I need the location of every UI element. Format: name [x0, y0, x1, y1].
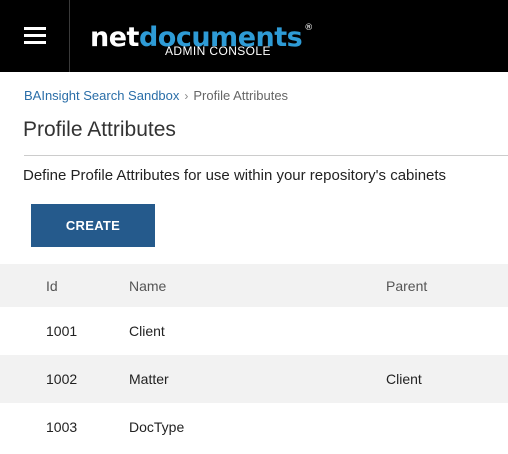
table-row[interactable]: 1003 DocType — [0, 403, 508, 451]
table-row[interactable]: 1001 Client — [0, 307, 508, 355]
cell-parent: Client — [386, 371, 422, 387]
table-header-row: Id Name Parent — [0, 264, 508, 307]
cell-name: DocType — [129, 419, 185, 435]
cell-id: 1003 — [46, 419, 78, 435]
cell-id: 1002 — [46, 371, 78, 387]
profile-attributes-table: Id Name Parent 1001 Client 1002 Matter C… — [0, 264, 508, 451]
top-navigation-bar: netdocuments ® ADMIN CONSOLE — [0, 0, 508, 72]
column-header-name[interactable]: Name — [129, 264, 166, 307]
cell-name: Matter — [129, 371, 169, 387]
breadcrumb-separator-icon: › — [184, 89, 189, 103]
cell-id: 1001 — [46, 323, 78, 339]
registered-mark: ® — [304, 23, 313, 33]
menu-button[interactable] — [0, 0, 70, 72]
table-row[interactable]: 1002 Matter Client — [0, 355, 508, 403]
breadcrumb: BAInsight Search Sandbox › Profile Attribu… — [24, 88, 288, 103]
brand-net-text: net — [90, 22, 139, 53]
netdocuments-logo[interactable]: netdocuments ® ADMIN CONSOLE — [90, 13, 313, 59]
breadcrumb-current: Profile Attributes — [193, 88, 289, 103]
page-title: Profile Attributes — [23, 118, 176, 141]
breadcrumb-parent-link[interactable]: BAInsight Search Sandbox — [24, 88, 179, 103]
column-header-parent[interactable]: Parent — [386, 264, 427, 307]
column-header-id[interactable]: Id — [46, 264, 58, 307]
page-description: Define Profile Attributes for use within… — [23, 167, 447, 184]
cell-name: Client — [129, 323, 165, 339]
hamburger-menu-icon — [23, 27, 46, 45]
admin-console-label: ADMIN CONSOLE — [165, 44, 271, 58]
create-button[interactable]: CREATE — [31, 204, 155, 247]
title-divider — [24, 155, 508, 156]
